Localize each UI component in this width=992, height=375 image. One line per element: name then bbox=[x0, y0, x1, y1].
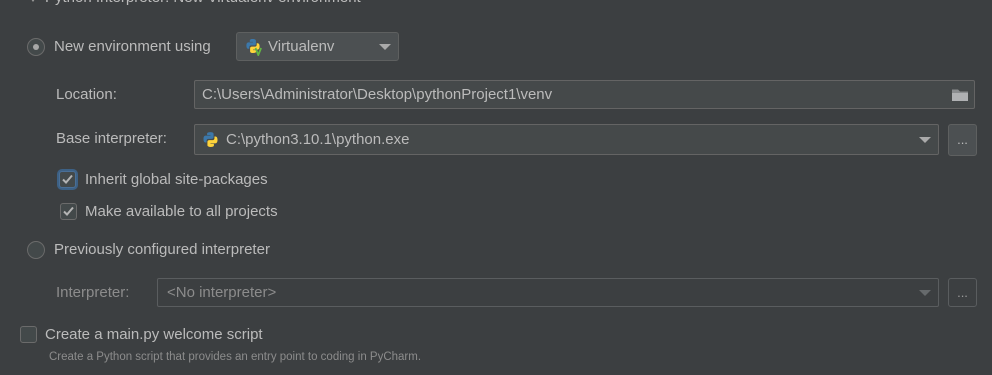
base-interpreter-value: C:\python3.10.1\python.exe bbox=[226, 130, 410, 148]
chevron-down-icon bbox=[919, 137, 931, 144]
location-field[interactable]: C:\Users\Administrator\Desktop\pythonPro… bbox=[194, 80, 975, 109]
location-label: Location: bbox=[56, 86, 117, 103]
new-environment-label[interactable]: New environment using bbox=[54, 37, 211, 57]
interpreter-value: <No interpreter> bbox=[167, 283, 277, 301]
inherit-site-packages-label[interactable]: Inherit global site-packages bbox=[85, 170, 268, 190]
base-interpreter-dropdown[interactable]: C:\python3.10.1\python.exe bbox=[194, 124, 939, 155]
environment-tool-dropdown[interactable]: Virtualenv bbox=[236, 32, 399, 61]
make-available-label[interactable]: Make available to all projects bbox=[85, 202, 278, 222]
folder-icon[interactable] bbox=[951, 88, 969, 102]
welcome-script-label[interactable]: Create a main.py welcome script bbox=[45, 325, 263, 345]
inherit-site-packages-checkbox[interactable] bbox=[59, 171, 76, 188]
browse-button-label: ... bbox=[957, 284, 968, 300]
make-available-checkbox[interactable] bbox=[60, 203, 77, 220]
browse-button-label: ... bbox=[957, 132, 968, 147]
base-interpreter-browse-button[interactable]: ... bbox=[948, 124, 977, 156]
interpreter-label: Interpreter: bbox=[56, 284, 130, 301]
base-interpreter-label: Base interpreter: bbox=[56, 130, 167, 147]
previously-configured-label[interactable]: Previously configured interpreter bbox=[54, 240, 270, 260]
chevron-down-icon bbox=[919, 290, 931, 297]
python-icon bbox=[202, 131, 219, 148]
interpreter-dropdown[interactable]: <No interpreter> bbox=[157, 278, 939, 307]
previously-configured-radio[interactable] bbox=[27, 241, 45, 259]
welcome-script-description: Create a Python script that provides an … bbox=[49, 351, 422, 363]
section-title: Python Interpreter: New Virtualenv envir… bbox=[45, 0, 361, 8]
new-environment-radio[interactable] bbox=[27, 38, 45, 56]
collapse-chevron-icon[interactable] bbox=[29, 0, 37, 3]
chevron-down-icon bbox=[379, 44, 391, 51]
virtualenv-icon bbox=[245, 38, 263, 58]
welcome-script-checkbox[interactable] bbox=[20, 326, 37, 343]
interpreter-browse-button[interactable]: ... bbox=[948, 278, 977, 307]
location-value[interactable]: C:\Users\Administrator\Desktop\pythonPro… bbox=[202, 85, 552, 105]
environment-tool-value: Virtualenv bbox=[268, 37, 335, 55]
